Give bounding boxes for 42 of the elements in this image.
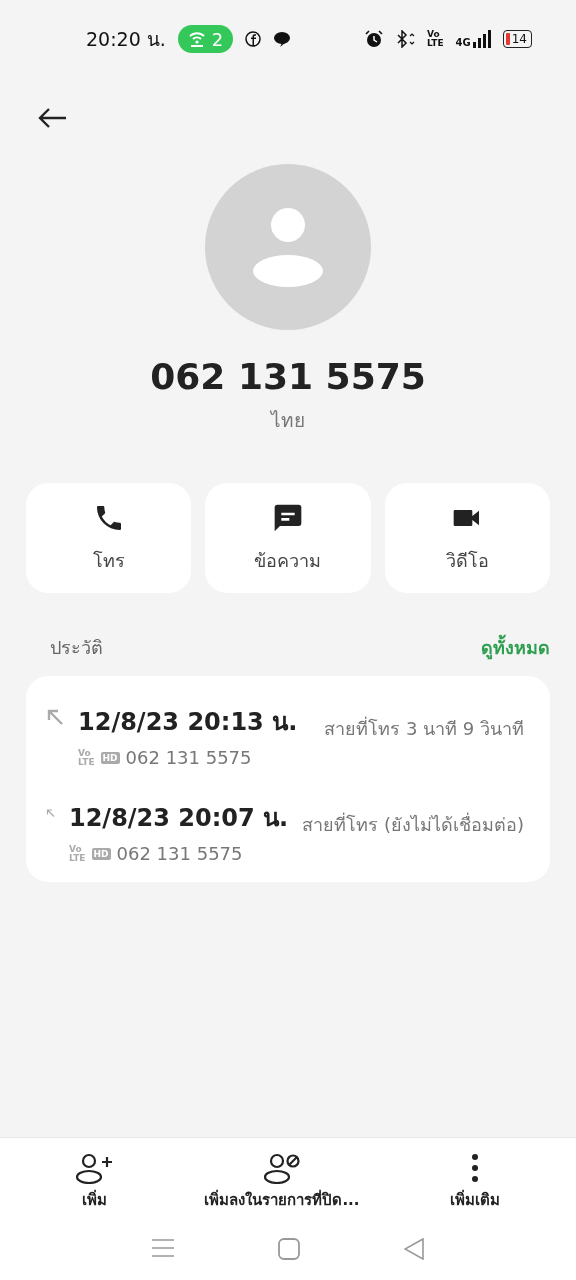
outgoing-call-icon — [46, 708, 64, 726]
signal-icon — [472, 30, 491, 48]
video-button[interactable]: วิดีโอ — [384, 483, 550, 593]
phone-number: 062 131 5575 — [150, 356, 426, 397]
block-person-icon — [262, 1152, 301, 1184]
hotspot-icon — [187, 31, 206, 47]
call-number: 062 131 5575 — [116, 843, 243, 864]
alarm-icon — [365, 30, 383, 48]
home-icon — [278, 1238, 300, 1260]
block-button[interactable]: เพิ่มลงในรายการที่ปิด... — [204, 1152, 360, 1212]
back-nav-button[interactable] — [404, 1238, 424, 1260]
more-button[interactable]: เพิ่มเติม — [450, 1152, 501, 1212]
chat-bubble-icon — [273, 31, 292, 47]
location-label: ไทย — [271, 408, 305, 433]
facebook-icon — [245, 31, 262, 47]
menu-button[interactable] — [152, 1238, 174, 1260]
message-button[interactable]: ข้อความ — [205, 483, 371, 593]
battery-indicator: 14 — [502, 30, 532, 48]
hd-badge: HD — [91, 847, 111, 860]
call-datetime: 12/8/23 20:07 น. — [68, 803, 289, 834]
call-detail: สายที่โทร (ยังไม่ได้เชื่อมต่อ) — [302, 811, 524, 837]
back-arrow-icon — [37, 107, 67, 129]
triangle-back-icon — [404, 1238, 424, 1260]
call-number: 062 131 5575 — [125, 747, 252, 768]
call-button[interactable]: โทร — [26, 483, 192, 593]
home-button[interactable] — [278, 1238, 300, 1260]
call-datetime: 12/8/23 20:13 น. — [78, 707, 298, 738]
hotspot-badge: 2 — [177, 25, 234, 53]
hd-badge: HD — [100, 751, 120, 764]
call-detail: สายที่โทร 3 นาที 9 วินาที — [324, 715, 524, 741]
add-person-icon — [75, 1152, 114, 1184]
more-icon — [470, 1152, 481, 1184]
network-type: 4G — [455, 37, 471, 48]
volte-icon: Vo LTE — [68, 844, 86, 863]
volte-icon: Vo LTE — [427, 30, 444, 48]
add-button[interactable]: เพิ่ม — [75, 1152, 114, 1212]
menu-icon — [152, 1238, 174, 1258]
person-icon — [252, 207, 324, 287]
status-time: 20:20 น. — [86, 27, 166, 52]
bluetooth-icon — [395, 30, 415, 48]
volte-icon: Vo LTE — [78, 748, 95, 767]
history-title: ประวัติ — [50, 636, 103, 660]
